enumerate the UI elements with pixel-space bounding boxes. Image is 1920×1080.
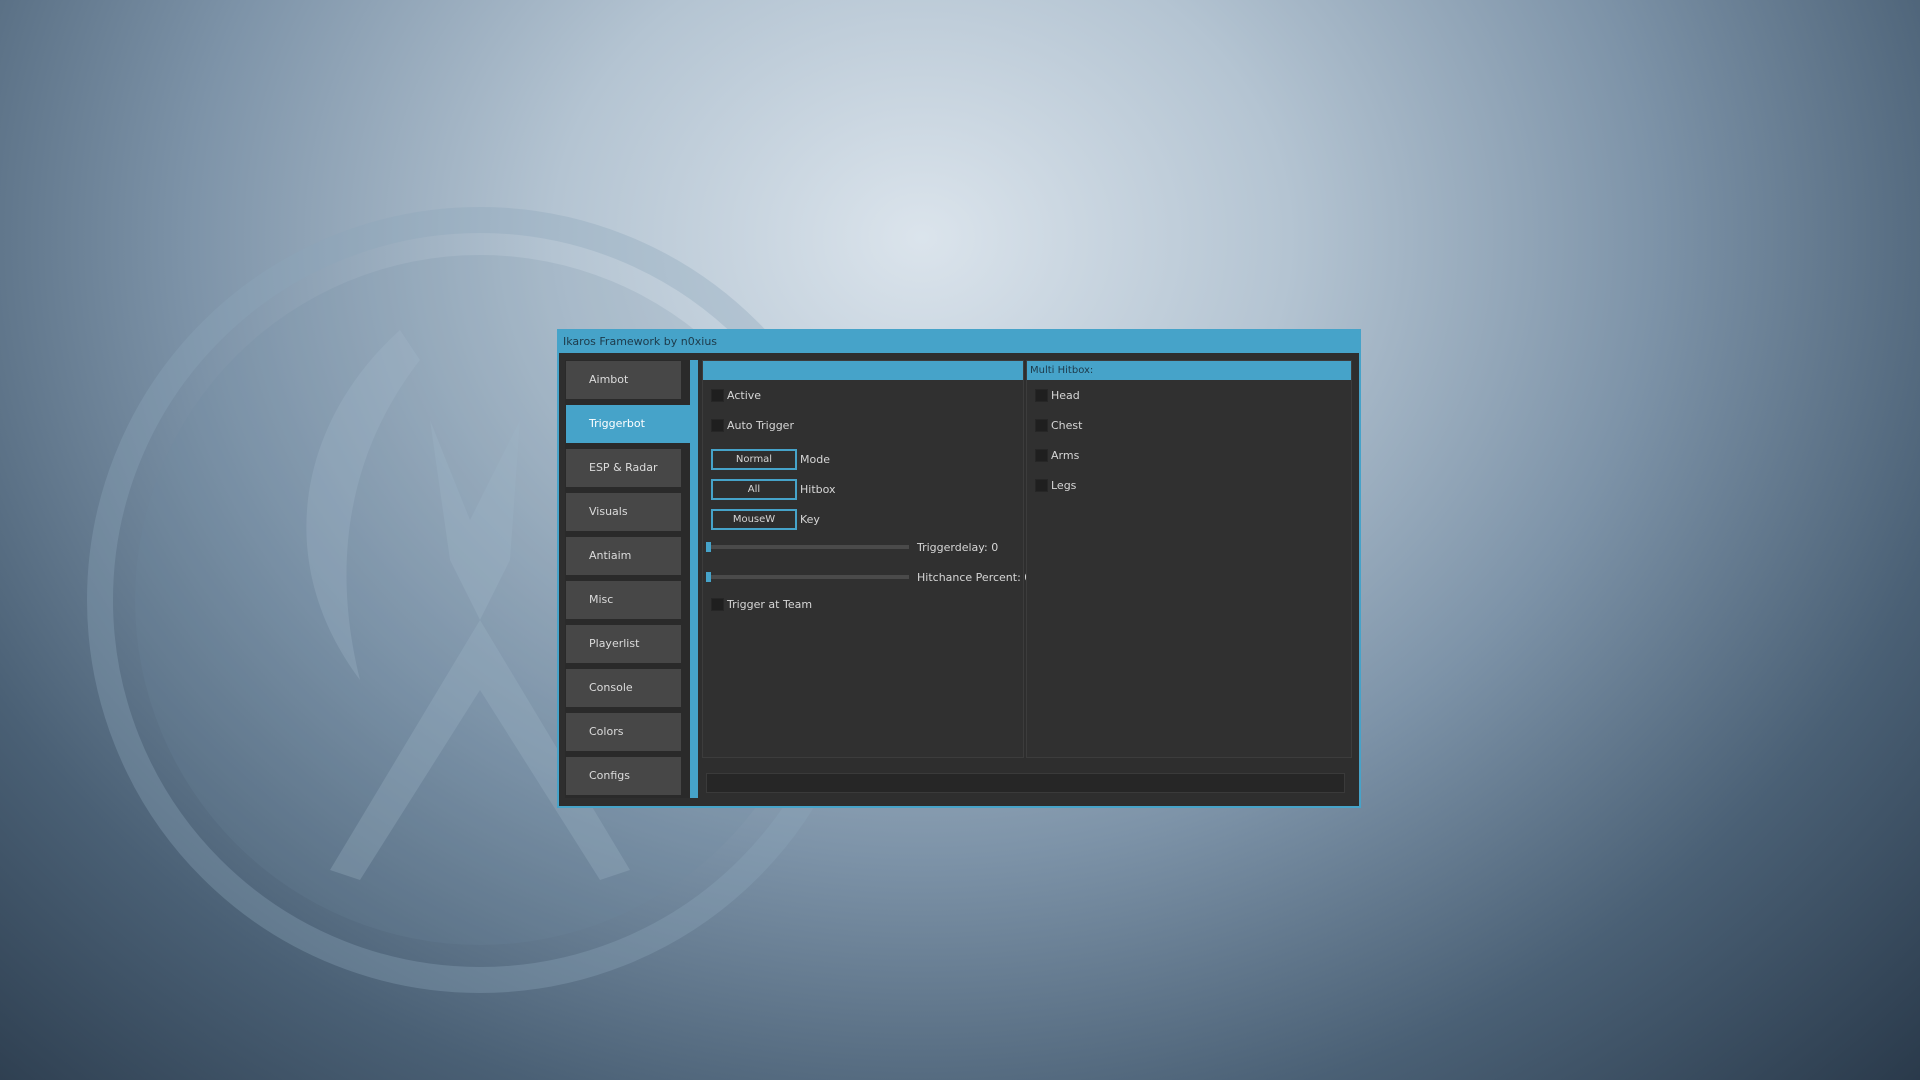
hitchance-slider[interactable] [706, 572, 909, 582]
hitchance-slider-handle[interactable] [706, 572, 711, 582]
chest-label: Chest [1051, 419, 1083, 432]
head-label: Head [1051, 389, 1080, 402]
multi-hitbox-panel: Multi Hitbox: Head Chest Arms Legs [1026, 360, 1352, 758]
active-label: Active [727, 389, 762, 402]
sidebar-item-antiaim[interactable]: Antiaim [566, 537, 681, 575]
sidebar-item-triggerbot[interactable]: Triggerbot [566, 405, 690, 443]
triggerdelay-slider-handle[interactable] [706, 542, 711, 552]
bottom-status-bar [706, 773, 1345, 793]
triggerbot-panel: Active Auto Trigger Normal Mode All Hitb… [702, 360, 1031, 758]
sidebar-item-playerlist[interactable]: Playerlist [566, 625, 681, 663]
chest-checkbox[interactable] [1035, 419, 1048, 432]
arms-label: Arms [1051, 449, 1080, 462]
sidebar-item-colors[interactable]: Colors [566, 713, 681, 751]
sidebar-item-console[interactable]: Console [566, 669, 681, 707]
sidebar-item-esp-radar[interactable]: ESP & Radar [566, 449, 681, 487]
multi-hitbox-title: Multi Hitbox: [1027, 361, 1351, 380]
legs-checkbox[interactable] [1035, 479, 1048, 492]
sidebar-item-configs[interactable]: Configs [566, 757, 681, 795]
head-checkbox[interactable] [1035, 389, 1048, 402]
mode-dropdown[interactable]: Normal [711, 449, 797, 470]
auto-trigger-label: Auto Trigger [727, 419, 794, 432]
sidebar-accent-strip [690, 360, 698, 798]
cheat-menu-window: Ikaros Framework by n0xius Aimbot Trigge… [557, 329, 1361, 808]
hitbox-label: Hitbox [800, 483, 836, 496]
mode-label: Mode [800, 453, 830, 466]
key-label: Key [800, 513, 820, 526]
trigger-at-team-checkbox[interactable] [711, 598, 724, 611]
sidebar: Aimbot Triggerbot ESP & Radar Visuals An… [565, 360, 690, 798]
triggerdelay-label: Triggerdelay: 0 [917, 541, 999, 554]
triggerbot-panel-header [703, 361, 1023, 380]
active-checkbox[interactable] [711, 389, 724, 402]
sidebar-item-misc[interactable]: Misc [566, 581, 681, 619]
window-title: Ikaros Framework by n0xius [563, 335, 718, 348]
legs-label: Legs [1051, 479, 1077, 492]
hitbox-dropdown[interactable]: All [711, 479, 797, 500]
key-dropdown[interactable]: MouseW [711, 509, 797, 530]
auto-trigger-checkbox[interactable] [711, 419, 724, 432]
arms-checkbox[interactable] [1035, 449, 1048, 462]
titlebar[interactable]: Ikaros Framework by n0xius [559, 331, 1359, 353]
sidebar-item-aimbot[interactable]: Aimbot [566, 361, 681, 399]
triggerdelay-slider[interactable] [706, 542, 909, 552]
trigger-at-team-label: Trigger at Team [727, 598, 813, 611]
hitchance-label: Hitchance Percent: 0 [917, 571, 1032, 584]
sidebar-item-visuals[interactable]: Visuals [566, 493, 681, 531]
